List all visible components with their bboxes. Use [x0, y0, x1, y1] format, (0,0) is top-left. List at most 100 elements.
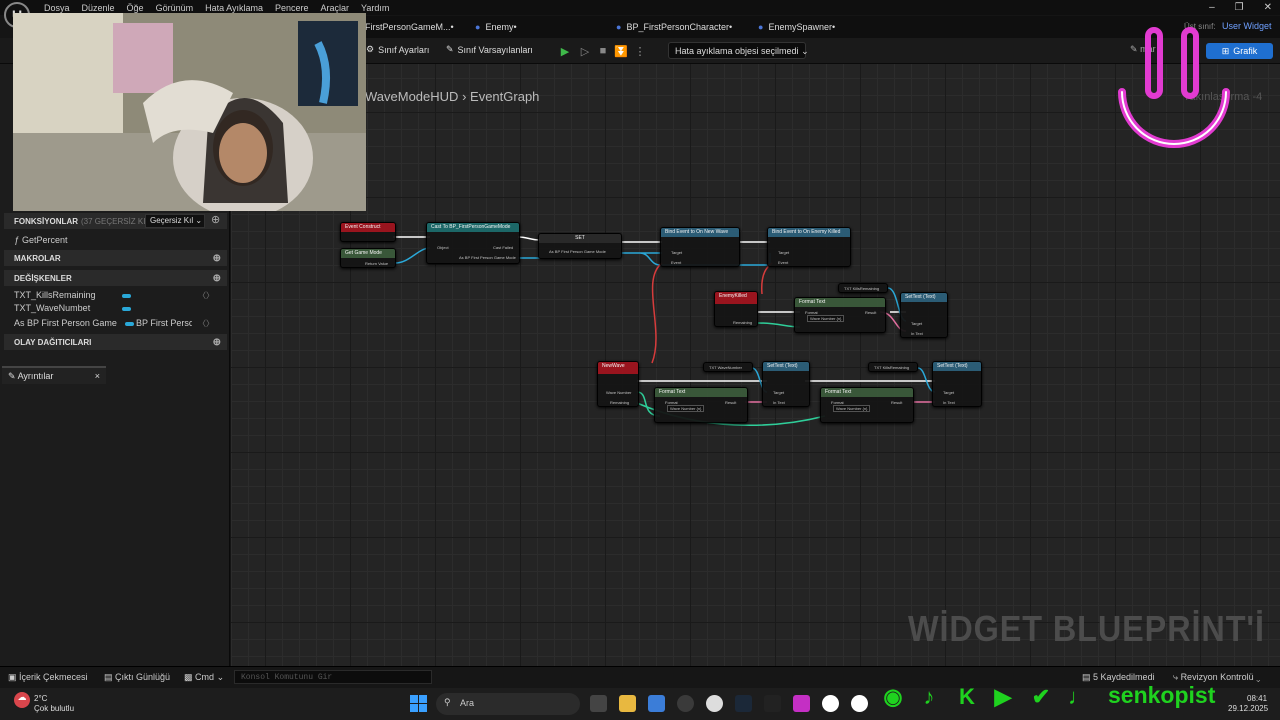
node-title: SET	[539, 234, 621, 243]
pin-label: As BP First Person Game Mode	[549, 249, 606, 254]
enemy-killed-event-node[interactable]: EnemyKilled Remaining	[714, 291, 758, 327]
instagram-icon: ◉	[883, 684, 903, 709]
clock-date[interactable]: 29.12.2025	[1228, 704, 1268, 713]
store-icon[interactable]	[648, 695, 665, 712]
pin-label: Cast Failed	[493, 245, 514, 250]
chevron-down-icon: ⌄	[216, 672, 225, 682]
weather-icon[interactable]: ☁	[14, 692, 30, 708]
unreal-engine-icon[interactable]	[822, 695, 839, 712]
new-wave-event-node[interactable]: NewWave Wave Number Remaining	[597, 361, 639, 407]
weather-temperature: 2°C	[34, 694, 48, 703]
set-text-node[interactable]: SetText (Text) Target In Text	[932, 361, 982, 407]
event-construct-node[interactable]: Event Construct	[340, 222, 396, 242]
tiktok-icon: ♪	[923, 684, 935, 709]
pin-label: Wave Number	[606, 390, 632, 395]
console-input[interactable]: Konsol Komutunu Gir	[234, 670, 432, 684]
bell-icon: ♩	[1068, 684, 1090, 709]
get-game-mode-node[interactable]: Get Game Mode Return Value	[340, 248, 396, 268]
clock-time[interactable]: 08:41	[1247, 694, 1267, 703]
node-title: NewWave	[598, 362, 638, 374]
log-icon: ▤	[104, 672, 113, 682]
unsaved-label: 5 Kaydedilmedi	[1093, 672, 1155, 682]
terminal-icon: ▩	[184, 672, 193, 682]
node-title: Cast To BP_FirstPersonGameMode	[427, 223, 519, 232]
revision-label: Revizyon Kontrolü	[1180, 672, 1254, 682]
format-value[interactable]: Wave Number {n}	[833, 405, 871, 412]
unreal-engine-icon[interactable]	[851, 695, 868, 712]
pin-label: Result	[725, 400, 737, 405]
start-menu-icon[interactable]	[410, 695, 427, 712]
node-title: Get Game Mode	[341, 249, 395, 258]
node-title: TXT KillsRemaining	[874, 365, 910, 370]
pin-label: Target	[778, 250, 790, 255]
cast-node[interactable]: Cast To BP_FirstPersonGameMode Object Cast…	[426, 222, 520, 264]
content-drawer-label: İçerik Çekmecesi	[19, 672, 88, 682]
format-text-node[interactable]: Format Text Format Result Wave Number {n}	[794, 297, 886, 333]
bind-enemy-killed-node[interactable]: Bind Event to On Enemy Killed Target Event	[767, 227, 851, 267]
pin-label: Remaining	[610, 400, 630, 405]
task-view-icon[interactable]	[590, 695, 607, 712]
content-drawer-button[interactable]: ▣ İçerik Çekmecesi	[8, 672, 88, 683]
pin-label: Event	[778, 260, 789, 265]
format-text-node[interactable]: Format Text Format Result Wave Number {n}	[654, 387, 748, 423]
txt-wave-getter[interactable]: TXT WaveNumber	[703, 362, 753, 372]
node-title: SetText (Text)	[933, 362, 981, 371]
webcam-image	[13, 13, 366, 211]
pin-label: Result	[865, 310, 877, 315]
bind-new-wave-node[interactable]: Bind Event to On New Wave Target Event	[660, 227, 740, 267]
save-icon: ▤	[1082, 672, 1091, 682]
pin-label: Return Value	[365, 261, 389, 266]
like-icon: ✔	[1031, 684, 1051, 709]
weather-description: Çok bulutlu	[34, 704, 75, 713]
pin-label: Remaining	[733, 320, 753, 325]
node-title: TXT KillsRemaining	[844, 286, 880, 291]
webcam-overlay	[13, 13, 366, 211]
pin-label: Target	[911, 321, 923, 326]
kick-icon: K	[959, 684, 975, 709]
txt-kills-getter[interactable]: TXT KillsRemaining	[868, 362, 918, 372]
pin-label: Event	[671, 260, 682, 265]
node-title: Format Text	[821, 388, 913, 397]
epic-games-icon[interactable]	[764, 695, 781, 712]
txt-kills-getter[interactable]: TXT KillsRemaining	[838, 283, 888, 293]
file-explorer-icon[interactable]	[619, 695, 636, 712]
pin-label: Target	[671, 250, 683, 255]
smiley-overlay-icon	[1118, 27, 1230, 148]
pin-label: In Text	[911, 331, 923, 336]
pin-label: As BP First Person Game Mode	[459, 255, 516, 260]
format-value[interactable]: Wave Number {n}	[807, 315, 845, 322]
branch-icon: ⤷	[1173, 672, 1179, 682]
steam-icon[interactable]	[735, 695, 752, 712]
pin-label: In Text	[943, 400, 955, 405]
pin-label: Target	[773, 390, 785, 395]
taskbar-search[interactable]: ⚲ Ara	[436, 693, 580, 715]
cmd-dropdown[interactable]: ▩ Cmd ⌄	[184, 672, 224, 683]
app-icon[interactable]	[793, 695, 810, 712]
youtube-icon: ▶	[994, 684, 1012, 709]
node-title: Bind Event to On New Wave	[661, 228, 739, 237]
drawer-icon: ▣	[8, 672, 17, 682]
pin-label: Target	[943, 390, 955, 395]
set-text-node[interactable]: SetText (Text) Target In Text	[762, 361, 810, 407]
pin-label: Result	[891, 400, 903, 405]
widget-blueprint-watermark: WİDGET BLUEPRİNT'İ	[908, 608, 1265, 649]
search-label: Ara	[460, 698, 475, 708]
format-text-node[interactable]: Format Text Format Result Wave Number {n}	[820, 387, 914, 423]
node-title: Format Text	[795, 298, 885, 307]
output-log-label: Çıktı Günlüğü	[115, 672, 171, 682]
node-title: SetText (Text)	[901, 293, 947, 302]
set-text-node[interactable]: SetText (Text) Target In Text	[900, 292, 948, 338]
cmd-label: Cmd	[195, 672, 215, 682]
search-icon: ⚲	[444, 697, 451, 707]
node-title: EnemyKilled	[715, 292, 757, 304]
output-log-button[interactable]: ▤ Çıktı Günlüğü	[104, 672, 170, 683]
node-title: Format Text	[655, 388, 747, 397]
set-node[interactable]: SET As BP First Person Game Mode	[538, 233, 622, 259]
channel-name: senkopist	[1108, 682, 1216, 708]
node-title: SetText (Text)	[763, 362, 809, 371]
node-title: Event Construct	[341, 223, 395, 232]
app-icon[interactable]	[706, 695, 723, 712]
pin-label: Object	[437, 245, 449, 250]
format-value[interactable]: Wave Number {n}	[667, 405, 705, 412]
chrome-icon[interactable]	[677, 695, 694, 712]
